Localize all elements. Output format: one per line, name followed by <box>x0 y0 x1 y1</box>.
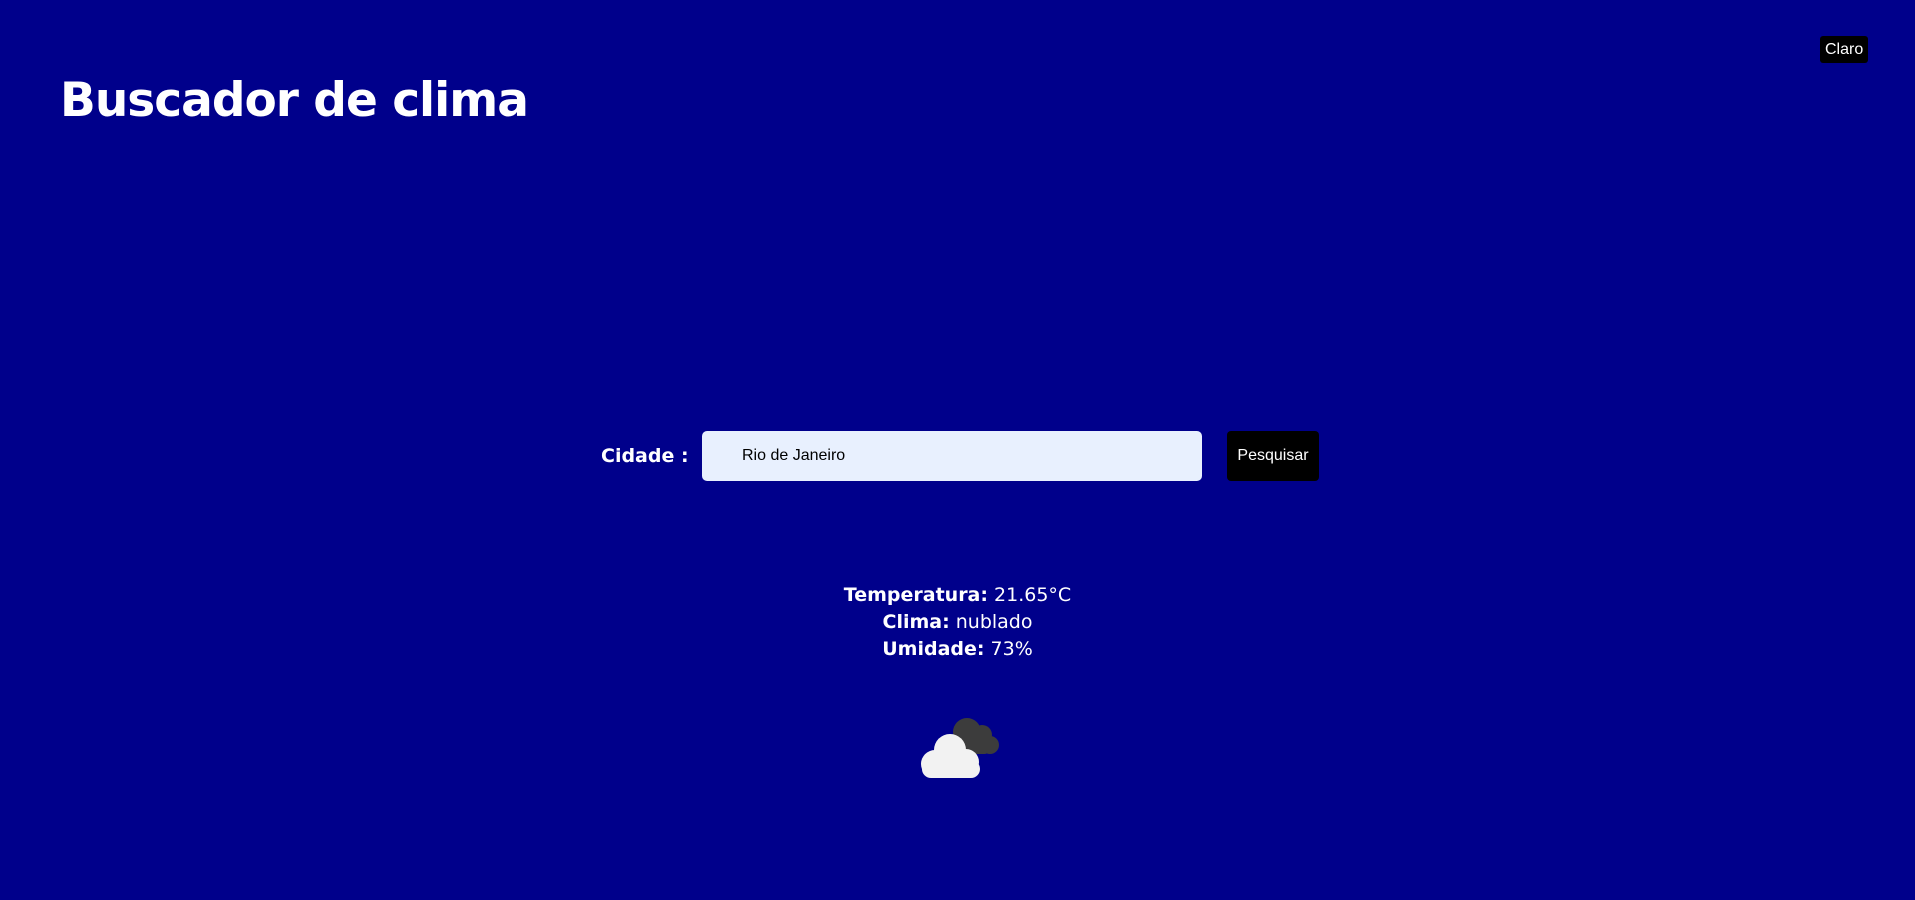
condition-value: nublado <box>955 611 1033 633</box>
city-input[interactable] <box>702 431 1202 481</box>
condition-label: Clima: <box>882 611 950 633</box>
theme-toggle-button[interactable]: Claro <box>1820 36 1869 63</box>
temperature-line: Temperatura: 21.65°C <box>0 582 1915 609</box>
condition-line: Clima: nublado <box>0 609 1915 636</box>
search-button[interactable]: Pesquisar <box>1227 431 1319 481</box>
page-title: Buscador de clima <box>60 73 529 128</box>
humidity-value: 73% <box>990 638 1033 660</box>
temperature-value: 21.65°C <box>994 584 1072 606</box>
city-label: Cidade : <box>601 445 689 467</box>
temperature-label: Temperatura: <box>843 584 988 606</box>
search-form: Cidade : Pesquisar <box>0 431 1915 481</box>
cloud-icon <box>912 712 1004 780</box>
humidity-label: Umidade: <box>882 638 985 660</box>
weather-results: Temperatura: 21.65°C Clima: nublado Umid… <box>0 582 1915 663</box>
humidity-line: Umidade: 73% <box>0 636 1915 663</box>
